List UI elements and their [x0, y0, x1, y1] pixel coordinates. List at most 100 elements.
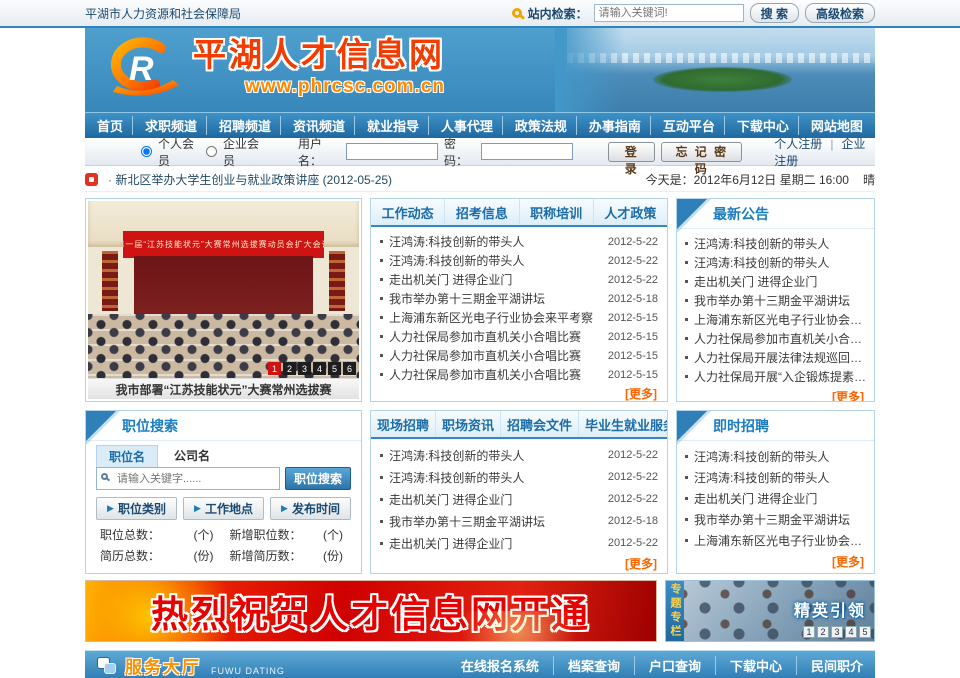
nav-item[interactable]: 就业指导: [354, 116, 423, 135]
job-search-button[interactable]: 职位搜索: [285, 467, 351, 490]
pager-number[interactable]: 3: [831, 626, 843, 638]
photo-pager-number[interactable]: 6: [343, 362, 356, 375]
personal-register-link[interactable]: 个人注册: [774, 137, 822, 151]
news-item[interactable]: 走出机关门 进得企业门 2012-5-22: [380, 488, 658, 510]
instant-item[interactable]: 走出机关门 进得企业门: [685, 489, 866, 510]
service-hall-bar: 服务大厅 FUWU DATING 在线报名系统档案查询户口查询下载中心民间职介: [85, 650, 875, 678]
site-brand[interactable]: R 平湖人才信息网 www.phrcsc.com.cn: [99, 36, 445, 100]
site-search-input[interactable]: [594, 4, 744, 22]
conference-photo[interactable]: 第一届“江苏技能状元”大赛常州选拔赛动员会扩大会议 123456: [88, 201, 359, 378]
company-member-radio[interactable]: [206, 146, 217, 157]
notice-item[interactable]: 走出机关门 进得企业门: [685, 273, 866, 292]
photo-caption[interactable]: 我市部署“江苏技能状元”大赛常州选拔赛: [88, 378, 359, 399]
notice-item[interactable]: 人力社保局开展“入企锻炼提素质”: [685, 368, 866, 387]
nav-item[interactable]: 人事代理: [428, 116, 497, 135]
instant-item[interactable]: 汪鸿涛:科技创新的带头人: [685, 447, 866, 468]
notice-panel: 最新公告 汪鸿涛:科技创新的带头人汪鸿涛:科技创新的带头人走出机关门 进得企业门…: [676, 198, 875, 402]
tab[interactable]: 招考信息: [445, 199, 519, 225]
nav-item[interactable]: 资讯频道: [280, 116, 349, 135]
notice-item[interactable]: 汪鸿涛:科技创新的带头人: [685, 254, 866, 273]
photo-pager-number[interactable]: 5: [328, 362, 341, 375]
nav-item[interactable]: 政策法规: [502, 116, 571, 135]
job-filter-button[interactable]: ▶ 职位类别: [96, 497, 177, 520]
tab[interactable]: 人才政策: [594, 199, 667, 225]
news-item[interactable]: 走出机关门 进得企业门 2012-5-22: [380, 270, 658, 289]
service-link[interactable]: 民间职介: [796, 656, 863, 675]
tab[interactable]: 职称培训: [520, 199, 594, 225]
news-item[interactable]: 汪鸿涛:科技创新的带头人 2012-5-22: [380, 251, 658, 270]
photo-pager-number[interactable]: 3: [298, 362, 311, 375]
service-links: 在线报名系统档案查询户口查询下载中心民间职介: [461, 656, 863, 675]
nav-item[interactable]: 网站地图: [798, 116, 867, 135]
instant-item[interactable]: 汪鸿涛:科技创新的带头人: [685, 468, 866, 489]
news-item[interactable]: 我市举办第十三期金平湖讲坛 2012-5-18: [380, 510, 658, 532]
photo-pillar-left: [102, 251, 118, 311]
notice-item[interactable]: 人力社保局参加市直机关小合唱比赛: [685, 330, 866, 349]
tab[interactable]: 工作动态: [371, 199, 445, 225]
service-link[interactable]: 档案查询: [553, 656, 620, 675]
notice-item[interactable]: 我市举办第十三期金平湖讲坛: [685, 292, 866, 311]
notice-more-link[interactable]: [更多]: [677, 387, 874, 402]
news-item[interactable]: 汪鸿涛:科技创新的带头人 2012-5-22: [380, 444, 658, 466]
special-column-strip: 专题专栏: [666, 581, 684, 641]
company-member-label[interactable]: 企业会员: [223, 135, 265, 169]
pager-number[interactable]: 2: [817, 626, 829, 638]
nav-item[interactable]: 办事指南: [576, 116, 645, 135]
notice-item[interactable]: 汪鸿涛:科技创新的带头人: [685, 235, 866, 254]
service-link[interactable]: 在线报名系统: [461, 656, 539, 675]
photo-pager-number[interactable]: 1: [268, 362, 281, 375]
news-item[interactable]: 人力社保局参加市直机关小合唱比赛 2012-5-15: [380, 327, 658, 346]
work-news-more-link[interactable]: [更多]: [371, 384, 667, 402]
nav-item[interactable]: 下载中心: [724, 116, 793, 135]
corner-triangle-icon: [677, 411, 707, 441]
job-filter-button[interactable]: ▶ 发布时间: [270, 497, 351, 520]
celebration-banner[interactable]: 热烈祝贺人才信息网开通: [85, 580, 657, 642]
instant-more-link[interactable]: [更多]: [677, 552, 874, 570]
tab-position-name[interactable]: 职位名: [96, 445, 158, 467]
nav-item[interactable]: 招聘频道: [206, 116, 275, 135]
tab[interactable]: 现场招聘: [371, 411, 436, 437]
news-item[interactable]: 人力社保局参加市直机关小合唱比赛 2012-5-15: [380, 346, 658, 365]
special-column-banner[interactable]: 专题专栏 精英引领 12345: [665, 580, 875, 642]
tab[interactable]: 招聘会文件: [501, 411, 579, 437]
service-link[interactable]: 户口查询: [634, 656, 701, 675]
photo-pager-number[interactable]: 2: [283, 362, 296, 375]
ticker-news-link[interactable]: 新北区举办大学生创业与就业政策讲座 (2012-05-25): [108, 171, 392, 188]
personal-member-radio[interactable]: [141, 146, 152, 157]
news-item[interactable]: 人力社保局参加市直机关小合唱比赛 2012-5-15: [380, 365, 658, 384]
pager-number[interactable]: 4: [845, 626, 857, 638]
notice-item[interactable]: 上海浦东新区光电子行业协会来平考: [685, 311, 866, 330]
tab-company-name[interactable]: 公司名: [162, 445, 222, 467]
notice-item[interactable]: 人力社保局开展法律法规巡回培训: [685, 349, 866, 368]
news-item[interactable]: 汪鸿涛:科技创新的带头人 2012-5-22: [380, 232, 658, 251]
news-item[interactable]: 走出机关门 进得企业门 2012-5-22: [380, 532, 658, 554]
pager-number[interactable]: 1: [803, 626, 815, 638]
recruit-more-link[interactable]: [更多]: [371, 554, 667, 572]
instant-item[interactable]: 我市举办第十三期金平湖讲坛: [685, 510, 866, 531]
search-button[interactable]: 搜 索: [750, 3, 799, 23]
tab[interactable]: 职场资讯: [436, 411, 501, 437]
nav-item[interactable]: 求职频道: [132, 116, 201, 135]
news-item[interactable]: 我市举办第十三期金平湖讲坛 2012-5-18: [380, 289, 658, 308]
news-item-title: 我市举办第十三期金平湖讲坛: [380, 290, 545, 307]
job-filter-button[interactable]: ▶ 工作地点: [183, 497, 264, 520]
forgot-password-button[interactable]: 忘 记 密 码: [661, 142, 742, 162]
news-item-date: 2012-5-22: [608, 274, 658, 286]
pager-number[interactable]: 5: [859, 626, 871, 638]
news-item[interactable]: 汪鸿涛:科技创新的带头人 2012-5-22: [380, 466, 658, 488]
keyword-input[interactable]: [96, 467, 280, 490]
news-item-date: 2012-5-15: [608, 350, 658, 362]
advanced-search-button[interactable]: 高级检索: [805, 3, 875, 23]
top-utility-bar: 平湖市人力资源和社会保障局 站内检索： 搜 索 高级检索: [0, 0, 960, 28]
news-item[interactable]: 上海浦东新区光电子行业协会来平考察 2012-5-15: [380, 308, 658, 327]
password-field[interactable]: [481, 143, 573, 160]
tab[interactable]: 毕业生就业服务: [579, 411, 668, 437]
username-field[interactable]: [346, 143, 438, 160]
nav-item[interactable]: 首页: [93, 116, 127, 135]
service-link[interactable]: 下载中心: [715, 656, 782, 675]
personal-member-label[interactable]: 个人会员: [158, 135, 200, 169]
nav-item[interactable]: 互动平台: [650, 116, 719, 135]
login-button[interactable]: 登 录: [608, 142, 655, 162]
instant-item[interactable]: 上海浦东新区光电子行业协会来平考: [685, 531, 866, 552]
photo-pager-number[interactable]: 4: [313, 362, 326, 375]
